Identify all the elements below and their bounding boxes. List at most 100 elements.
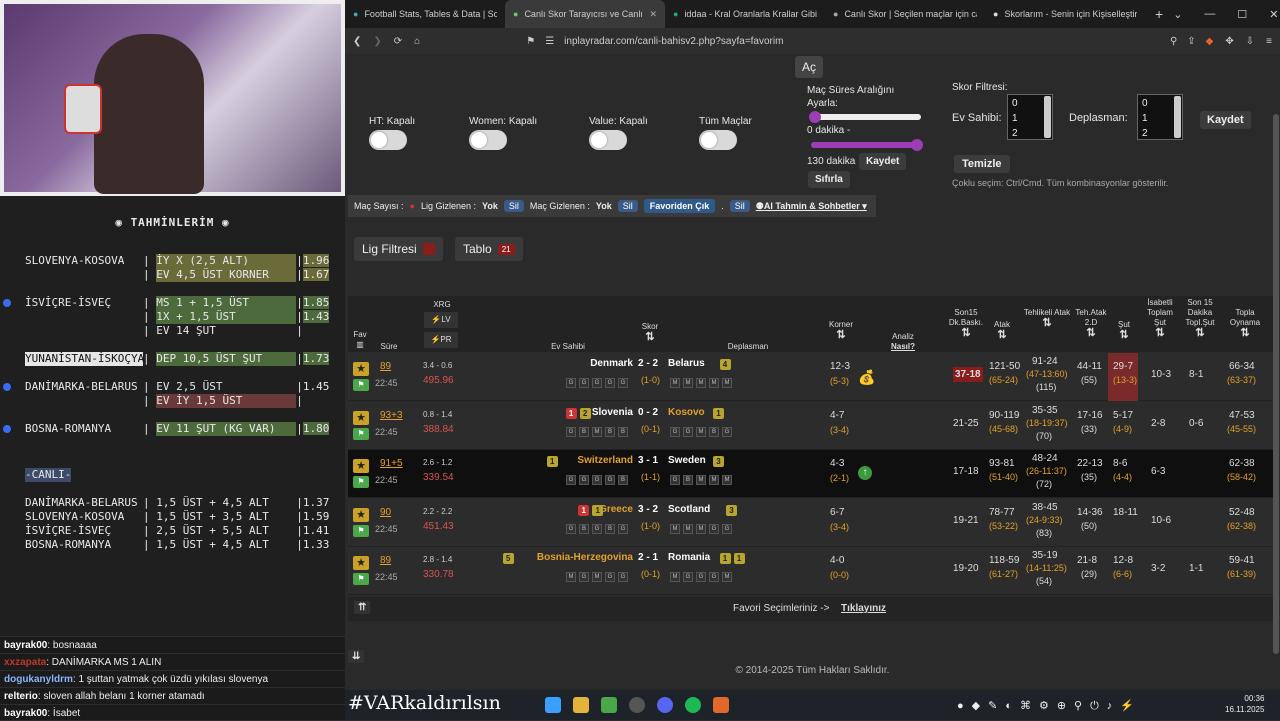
- col-son15sut[interactable]: Son 15 Dakika Topl.Şut ⇅: [1180, 298, 1220, 339]
- tray-icons[interactable]: ●◆✎◐⌘⚙⊕⚲⏻♪⚡: [957, 699, 1142, 713]
- table-button[interactable]: Tablo 21: [455, 237, 523, 261]
- download-icon[interactable]: ⇩: [1246, 36, 1254, 47]
- browser-tab[interactable]: ● Skorlarım - Senin için Kişiselleştiri: [985, 0, 1145, 28]
- col-skor[interactable]: Skor ⇅: [635, 322, 665, 343]
- clear-button[interactable]: Temizle: [954, 155, 1010, 173]
- minimize-button[interactable]: —: [1204, 8, 1215, 21]
- forward-icon[interactable]: ❯: [373, 36, 381, 47]
- bookmark-icon[interactable]: ⚑: [526, 36, 535, 47]
- pr-button[interactable]: ⚡PR: [424, 332, 458, 348]
- scroll-top-button[interactable]: ⇈: [354, 601, 371, 614]
- match-delete-button[interactable]: Sil: [617, 200, 638, 212]
- trend-up-icon[interactable]: ↑: [858, 466, 872, 480]
- url-field[interactable]: ⚑ ☰ inplayradar.com/canli-bahisv2.php?sa…: [432, 31, 1214, 51]
- col-atak[interactable]: Atak ⇅: [988, 320, 1016, 341]
- match-row[interactable]: ★ ⚑ 89 22:45 2.8 - 1.4 330.78 Bosnia-Herzegovi…: [348, 547, 1275, 595]
- site-settings-icon[interactable]: ☰: [545, 36, 554, 47]
- favorite-star-icon[interactable]: ★: [353, 459, 369, 473]
- share-icon[interactable]: ⇪: [1187, 36, 1195, 47]
- duration-save-button[interactable]: Kaydet: [859, 153, 907, 170]
- col-son15[interactable]: Son15 Dk.Baskı. ⇅: [946, 308, 986, 339]
- favorites-footer: ⇈ Favori Seçimleriniz -> Tıklayınız: [348, 597, 1275, 621]
- file-explorer-icon[interactable]: [573, 697, 589, 713]
- women-toggle[interactable]: [469, 130, 507, 150]
- score-save-button[interactable]: Kaydet: [1200, 111, 1251, 129]
- browser-tab[interactable]: ● Canlı Skor Tarayıcısı ve Canlı Sk ✕: [505, 0, 665, 28]
- min-slider[interactable]: [811, 114, 921, 120]
- obs-icon[interactable]: [629, 697, 645, 713]
- remove-favorite-button[interactable]: Favoriden Çık: [643, 199, 716, 213]
- menu-icon[interactable]: ≡: [1266, 36, 1272, 47]
- max-slider[interactable]: [811, 142, 921, 148]
- money-bag-icon[interactable]: 💰: [858, 369, 875, 386]
- live-marker-icon[interactable]: ⚑: [353, 573, 369, 585]
- ht-toggle[interactable]: [369, 130, 407, 150]
- live-marker-icon[interactable]: ⚑: [353, 379, 369, 391]
- brave-shield-icon[interactable]: ◆: [1206, 36, 1214, 47]
- page-scrollbar[interactable]: [1273, 114, 1279, 654]
- col-analiz[interactable]: Analiz Nasıl?: [878, 332, 928, 352]
- col-korner[interactable]: Korner ⇅: [824, 320, 858, 341]
- match-row[interactable]: ★ ⚑ 90 22:45 2.2 - 2.2 451.43 Greece 3 - 2 (1-0)…: [348, 498, 1275, 547]
- scroll-bottom-button[interactable]: ⇊: [348, 650, 365, 663]
- col-ev-sahibi[interactable]: Ev Sahibi: [518, 342, 618, 352]
- live-marker-icon[interactable]: ⚑: [353, 427, 369, 440]
- col-tehlikeli[interactable]: Tehlikeli Atak ⇅: [1022, 308, 1072, 329]
- close-window-button[interactable]: ✕: [1269, 8, 1278, 21]
- lv-button[interactable]: ⚡LV: [424, 312, 458, 328]
- col-fav[interactable]: Fav ▥: [348, 330, 372, 350]
- col-xrg[interactable]: XRG: [420, 300, 464, 310]
- back-icon[interactable]: ❮: [353, 36, 361, 47]
- zoom-icon[interactable]: ⚲: [1170, 36, 1177, 47]
- browser-tab[interactable]: ● Football Stats, Tables & Data | Socc: [345, 0, 505, 28]
- max-slider-thumb[interactable]: [911, 139, 923, 151]
- new-tab-button[interactable]: +: [1145, 6, 1173, 22]
- maximize-button[interactable]: ☐: [1237, 8, 1247, 21]
- browser-tab[interactable]: ● iddaa - Kral Oranlarla Krallar Gibi K: [665, 0, 825, 28]
- away-score-select[interactable]: 012: [1137, 94, 1183, 140]
- cell-corner_ht: (5-3): [830, 376, 850, 386]
- cell-corner: 4-0: [830, 555, 845, 566]
- open-button[interactable]: Aç: [795, 56, 823, 78]
- reset-button[interactable]: Sıfırla: [808, 171, 850, 188]
- extensions-icon[interactable]: ✥: [1225, 36, 1233, 47]
- col-teh2d[interactable]: Teh.Atak 2.D ⇅: [1072, 308, 1110, 339]
- match-row[interactable]: ★ ⚑ 91+5 22:45 2.6 - 1.2 339.54 Switzerland 3 -…: [348, 450, 1275, 498]
- match-row[interactable]: ★ ⚑ 89 22:45 3.4 - 0.6 495.96 Denmark 2 - 2 (1-0…: [348, 353, 1275, 401]
- favorites-link[interactable]: Tıklayınız: [841, 603, 886, 614]
- discord-icon[interactable]: [657, 697, 673, 713]
- start-icon[interactable]: [545, 697, 561, 713]
- value-toggle[interactable]: [589, 130, 627, 150]
- favorite-star-icon[interactable]: ★: [353, 362, 369, 376]
- favorite-delete-button[interactable]: Sil: [729, 200, 750, 212]
- favorite-star-icon[interactable]: ★: [353, 410, 369, 425]
- browser-tab[interactable]: ● Canlı Skor | Seçilen maçlar için canl: [825, 0, 985, 28]
- spotify-icon[interactable]: [685, 697, 701, 713]
- live-marker-icon[interactable]: ⚑: [353, 524, 369, 537]
- home-score-select[interactable]: 012: [1007, 94, 1053, 140]
- notepad-icon[interactable]: [601, 697, 617, 713]
- all-matches-toggle[interactable]: [699, 130, 737, 150]
- tab-list-icon[interactable]: ⌄: [1173, 8, 1182, 21]
- close-tab-icon[interactable]: ✕: [649, 9, 657, 20]
- favorite-star-icon[interactable]: ★: [353, 556, 369, 570]
- col-sure[interactable]: Süre: [374, 342, 404, 352]
- match-row[interactable]: ★ ⚑ 93+3 22:45 0.8 - 1.4 388.84 Slovenia 0 - 2(…: [348, 401, 1275, 450]
- col-isabetli[interactable]: İsabetli Toplam Şut ⇅: [1140, 298, 1180, 339]
- clock[interactable]: 00:36 16.11.2025: [1225, 693, 1264, 715]
- league-delete-button[interactable]: Sil: [503, 200, 524, 212]
- ai-chat-dropdown[interactable]: ⚉AI Tahmin & Sohbetler ▾: [756, 201, 867, 212]
- col-topla[interactable]: Topla Oynama ⇅: [1220, 308, 1270, 339]
- min-slider-thumb[interactable]: [809, 111, 821, 123]
- col-sut[interactable]: Şut ⇅: [1112, 320, 1136, 341]
- form-box: G: [592, 523, 602, 534]
- cell-teh: 91-24: [1032, 356, 1058, 367]
- reload-icon[interactable]: ⟳: [394, 36, 402, 47]
- league-filter-button[interactable]: Lig Filtresi: [354, 237, 443, 261]
- brave-icon[interactable]: [713, 697, 729, 713]
- home-icon[interactable]: ⌂: [414, 36, 420, 47]
- live-marker-icon[interactable]: ⚑: [353, 476, 369, 488]
- col-deplasman[interactable]: Deplasman: [698, 342, 798, 352]
- favorite-star-icon[interactable]: ★: [353, 507, 369, 522]
- tab-label: Football Stats, Tables & Data | Socc: [364, 9, 497, 19]
